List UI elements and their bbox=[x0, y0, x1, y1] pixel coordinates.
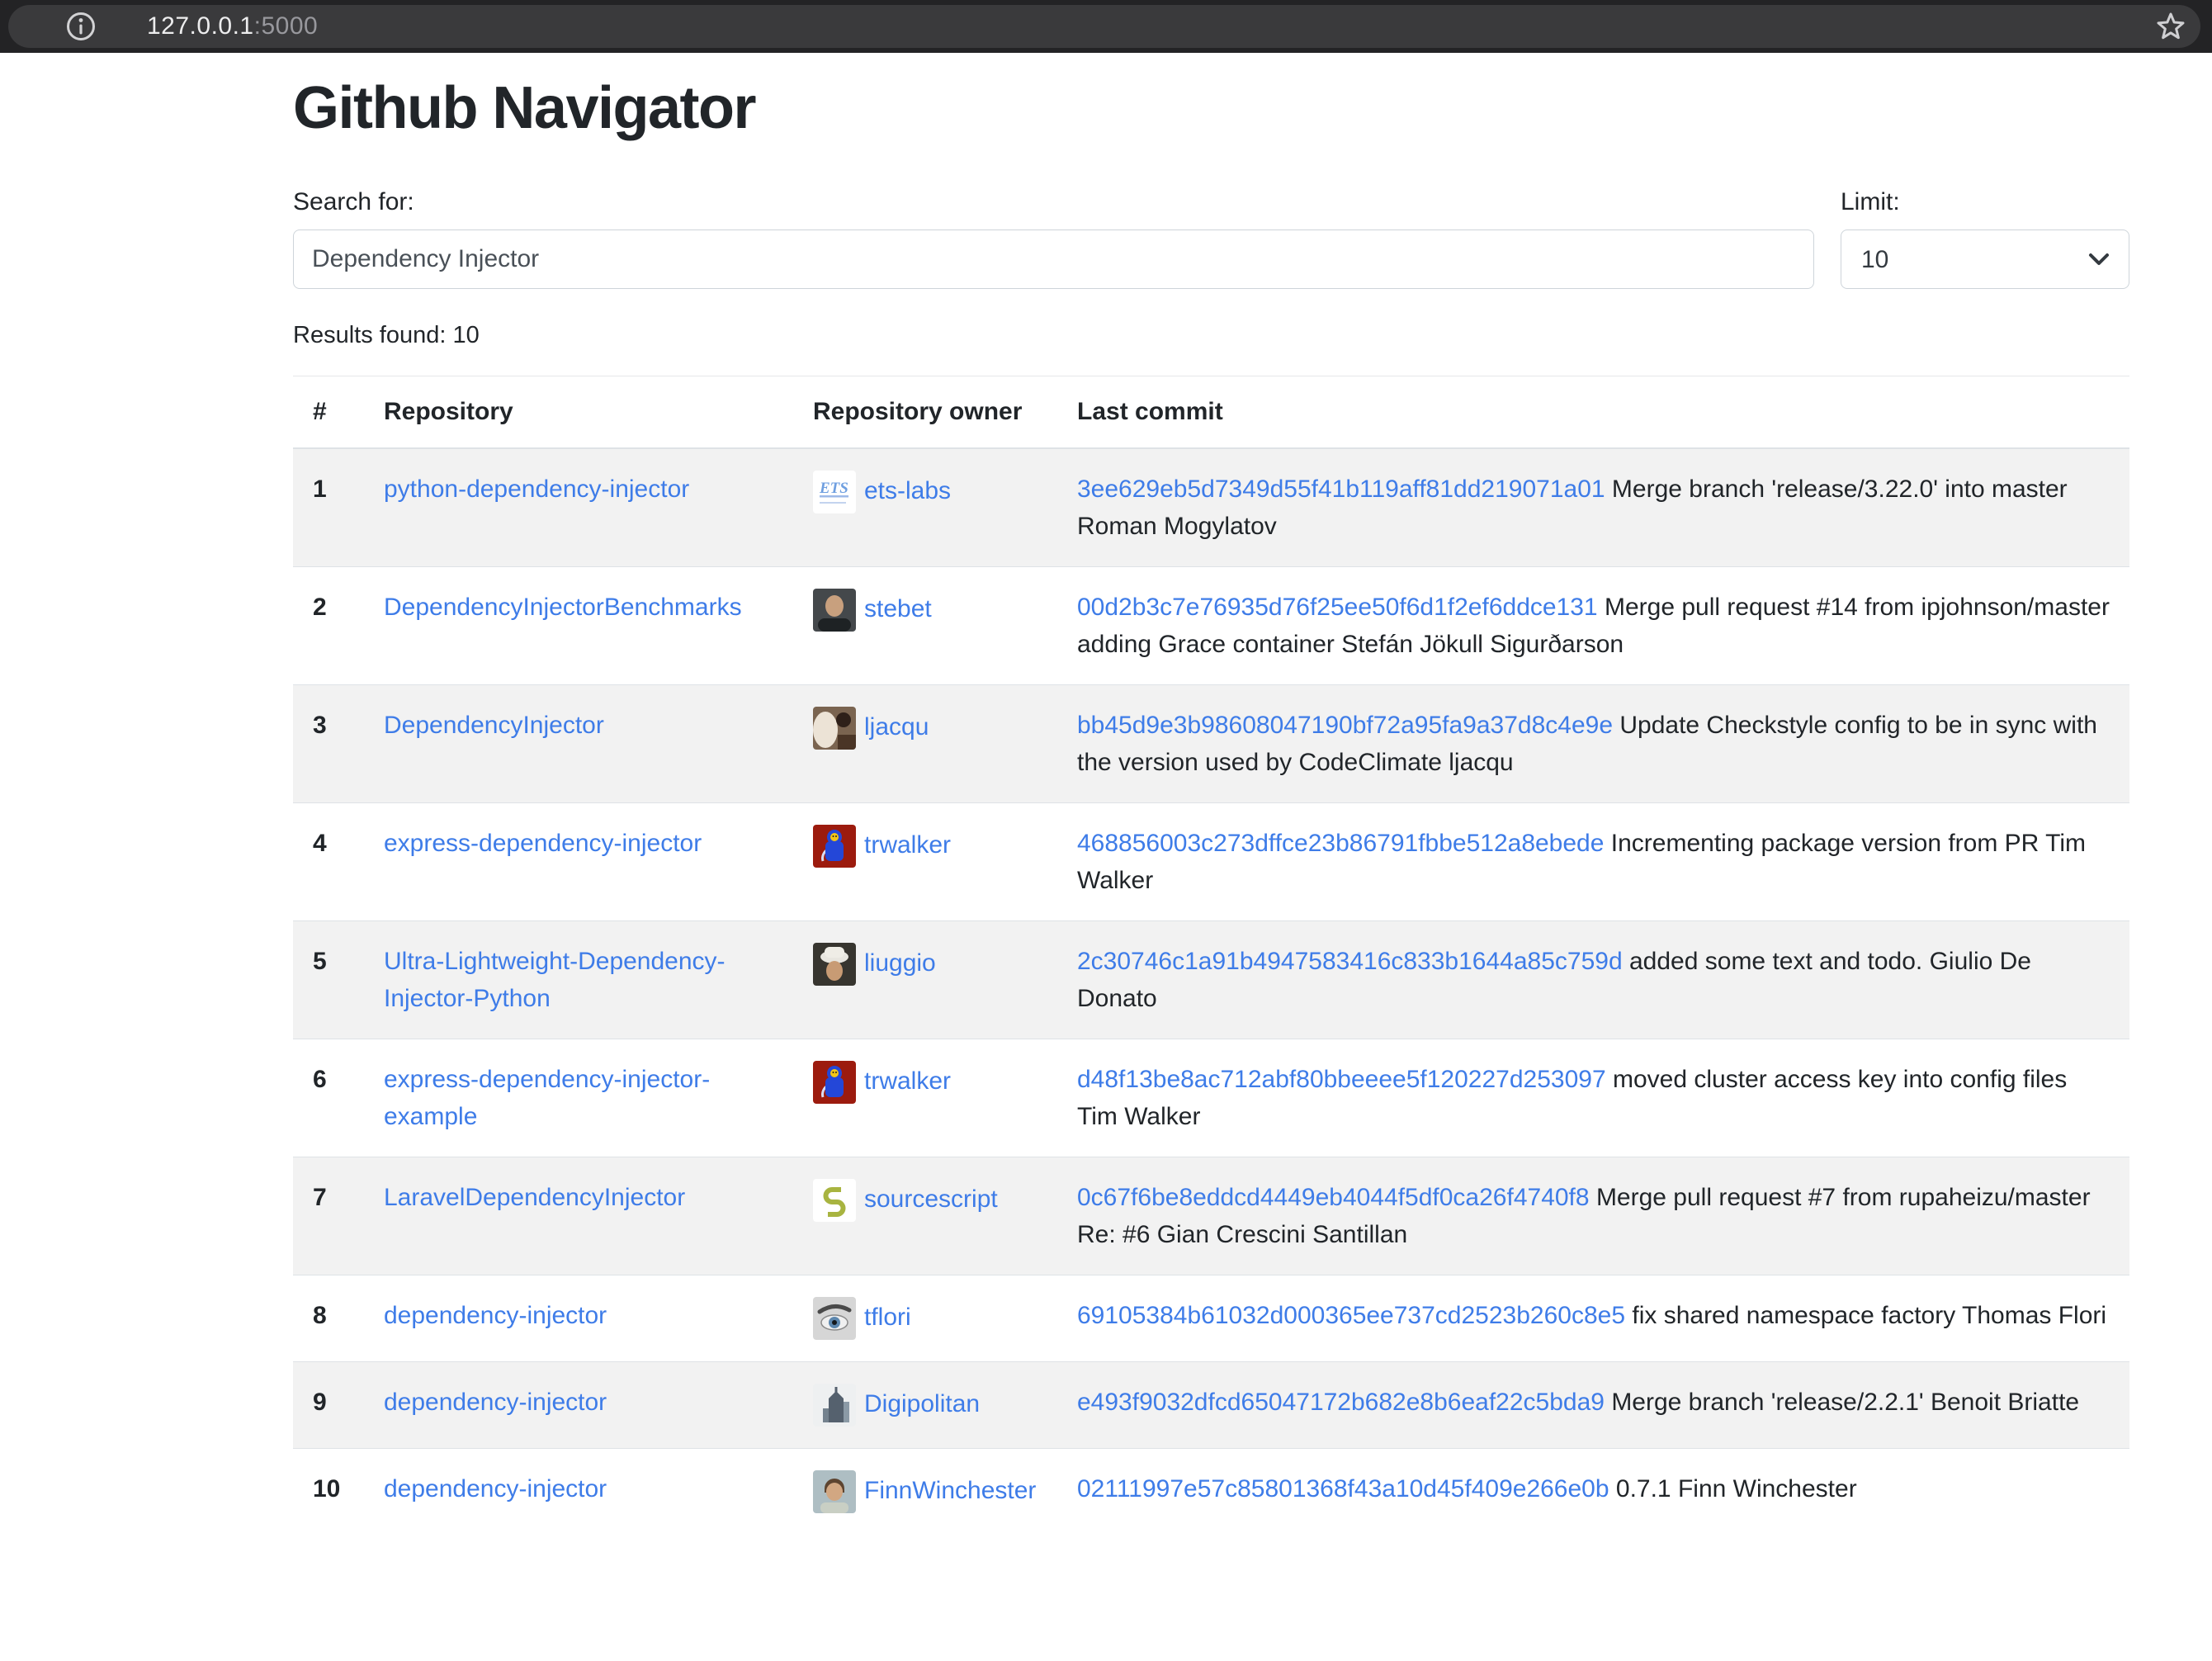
repo-link[interactable]: LaravelDependencyInjector bbox=[384, 1184, 685, 1211]
avatar-liuggio-photo bbox=[813, 943, 856, 986]
repo-link[interactable]: dependency-injector bbox=[384, 1475, 607, 1502]
repo-link[interactable]: python-dependency-injector bbox=[384, 476, 689, 503]
row-number: 9 bbox=[293, 1362, 364, 1449]
avatar-ljacqu-photo bbox=[813, 707, 856, 750]
table-row: 8 dependency-injector tflori 69105384b61… bbox=[293, 1275, 2129, 1362]
table-row: 7 LaravelDependencyInjector sourcescript… bbox=[293, 1157, 2129, 1275]
commit-message: Merge branch 'release/2.2.1' Benoit Bria… bbox=[1611, 1389, 2079, 1416]
col-header-last-commit: Last commit bbox=[1057, 376, 2129, 448]
limit-select[interactable]: 10 bbox=[1841, 230, 2129, 289]
owner-link[interactable]: sourcescript bbox=[864, 1185, 998, 1213]
commit-hash-link[interactable]: 3ee629eb5d7349d55f41b119aff81dd219071a01 bbox=[1077, 476, 1605, 503]
main-content: Github Navigator Search for: Limit: 10 R… bbox=[293, 74, 2129, 1535]
repo-link[interactable]: dependency-injector bbox=[384, 1389, 607, 1416]
avatar-stebet-photo bbox=[813, 589, 856, 632]
avatar-sourcescript-logo bbox=[813, 1179, 856, 1222]
row-number: 1 bbox=[293, 448, 364, 567]
repo-link[interactable]: express-dependency-injector bbox=[384, 830, 702, 857]
repo-link[interactable]: Ultra-Lightweight-Dependency-Injector-Py… bbox=[384, 948, 726, 1012]
row-number: 5 bbox=[293, 921, 364, 1039]
row-number: 2 bbox=[293, 567, 364, 685]
star-icon[interactable] bbox=[2154, 10, 2187, 43]
commit-hash-link[interactable]: 468856003c273dffce23b86791fbbe512a8ebede bbox=[1077, 830, 1604, 857]
table-row: 4 express-dependency-injector trwalker 4… bbox=[293, 803, 2129, 921]
table-header-row: # Repository Repository owner Last commi… bbox=[293, 376, 2129, 448]
col-header-num: # bbox=[293, 376, 364, 448]
commit-hash-link[interactable]: 00d2b3c7e76935d76f25ee50f6d1f2ef6ddce131 bbox=[1077, 594, 1598, 621]
avatar-trwalker-lego bbox=[813, 825, 856, 868]
table-row: 6 express-dependency-injector-example tr… bbox=[293, 1039, 2129, 1157]
url-port: :5000 bbox=[254, 12, 319, 40]
row-number: 8 bbox=[293, 1275, 364, 1362]
table-row: 2 DependencyInjectorBenchmarks stebet 00… bbox=[293, 567, 2129, 685]
owner-link[interactable]: Digipolitan bbox=[864, 1390, 980, 1417]
table-row: 10 dependency-injector FinnWinchester 02… bbox=[293, 1449, 2129, 1536]
col-header-owner: Repository owner bbox=[793, 376, 1057, 448]
row-number: 3 bbox=[293, 685, 364, 803]
url-host: 127.0.0.1 bbox=[147, 12, 254, 40]
row-number: 10 bbox=[293, 1449, 364, 1536]
search-group: Search for: bbox=[293, 188, 1814, 289]
owner-link[interactable]: ljacqu bbox=[864, 713, 929, 741]
owner-link[interactable]: trwalker bbox=[864, 1067, 951, 1095]
page-title: Github Navigator bbox=[293, 74, 2129, 142]
repo-link[interactable]: DependencyInjector bbox=[384, 712, 604, 739]
avatar-tflori-eye-photo bbox=[813, 1297, 856, 1340]
owner-link[interactable]: ets-labs bbox=[864, 477, 951, 504]
col-header-repository: Repository bbox=[364, 376, 793, 448]
browser-bar: 127.0.0.1:5000 bbox=[0, 0, 2212, 53]
table-row: 9 dependency-injector Digipolitan e493f9… bbox=[293, 1362, 2129, 1449]
commit-hash-link[interactable]: e493f9032dfcd65047172b682e8b6eaf22c5bda9 bbox=[1077, 1389, 1605, 1416]
commit-message: fix shared namespace factory Thomas Flor… bbox=[1632, 1302, 2106, 1329]
owner-link[interactable]: liuggio bbox=[864, 949, 936, 977]
row-number: 4 bbox=[293, 803, 364, 921]
svg-text:ETS: ETS bbox=[819, 480, 848, 497]
table-row: 1 python-dependency-injector ETS ets-lab… bbox=[293, 448, 2129, 567]
commit-hash-link[interactable]: d48f13be8ac712abf80bbeeee5f120227d253097 bbox=[1077, 1066, 1606, 1093]
row-number: 6 bbox=[293, 1039, 364, 1157]
avatar-trwalker-lego bbox=[813, 1061, 856, 1104]
search-label: Search for: bbox=[293, 188, 1814, 216]
avatar-digipolitan-building-logo bbox=[813, 1384, 856, 1427]
repo-link[interactable]: DependencyInjectorBenchmarks bbox=[384, 594, 742, 621]
commit-hash-link[interactable]: 2c30746c1a91b4947583416c833b1644a85c759d bbox=[1077, 948, 1623, 975]
limit-label: Limit: bbox=[1841, 188, 2129, 216]
commit-message: 0.7.1 Finn Winchester bbox=[1616, 1475, 1857, 1502]
repo-link[interactable]: dependency-injector bbox=[384, 1302, 607, 1329]
commit-hash-link[interactable]: 69105384b61032d000365ee737cd2523b260c8e5 bbox=[1077, 1302, 1625, 1329]
commit-hash-link[interactable]: 02111997e57c85801368f43a10d45f409e266e0b bbox=[1077, 1475, 1609, 1502]
table-row: 5 Ultra-Lightweight-Dependency-Injector-… bbox=[293, 921, 2129, 1039]
repo-link[interactable]: express-dependency-injector-example bbox=[384, 1066, 710, 1130]
limit-group: Limit: 10 bbox=[1841, 188, 2129, 289]
results-count: Results found: 10 bbox=[293, 322, 2129, 349]
owner-link[interactable]: stebet bbox=[864, 595, 932, 622]
avatar-finnwinchester-photo bbox=[813, 1470, 856, 1513]
row-number: 7 bbox=[293, 1157, 364, 1275]
results-table: # Repository Repository owner Last commi… bbox=[293, 376, 2129, 1535]
info-icon[interactable] bbox=[64, 10, 97, 43]
owner-link[interactable]: FinnWinchester bbox=[864, 1477, 1036, 1504]
commit-hash-link[interactable]: 0c67f6be8eddcd4449eb4044f5df0ca26f4740f8 bbox=[1077, 1184, 1590, 1211]
search-input[interactable] bbox=[293, 230, 1814, 289]
table-row: 3 DependencyInjector ljacqu bb45d9e3b986… bbox=[293, 685, 2129, 803]
url-bar[interactable]: 127.0.0.1:5000 bbox=[8, 5, 2200, 48]
owner-link[interactable]: trwalker bbox=[864, 831, 951, 859]
url-text: 127.0.0.1:5000 bbox=[147, 12, 318, 40]
search-controls: Search for: Limit: 10 bbox=[293, 188, 2129, 289]
commit-hash-link[interactable]: bb45d9e3b98608047190bf72a95fa9a37d8c4e9e bbox=[1077, 712, 1613, 739]
owner-link[interactable]: tflori bbox=[864, 1304, 911, 1331]
avatar-ets-labs-logo: ETS bbox=[813, 471, 856, 513]
